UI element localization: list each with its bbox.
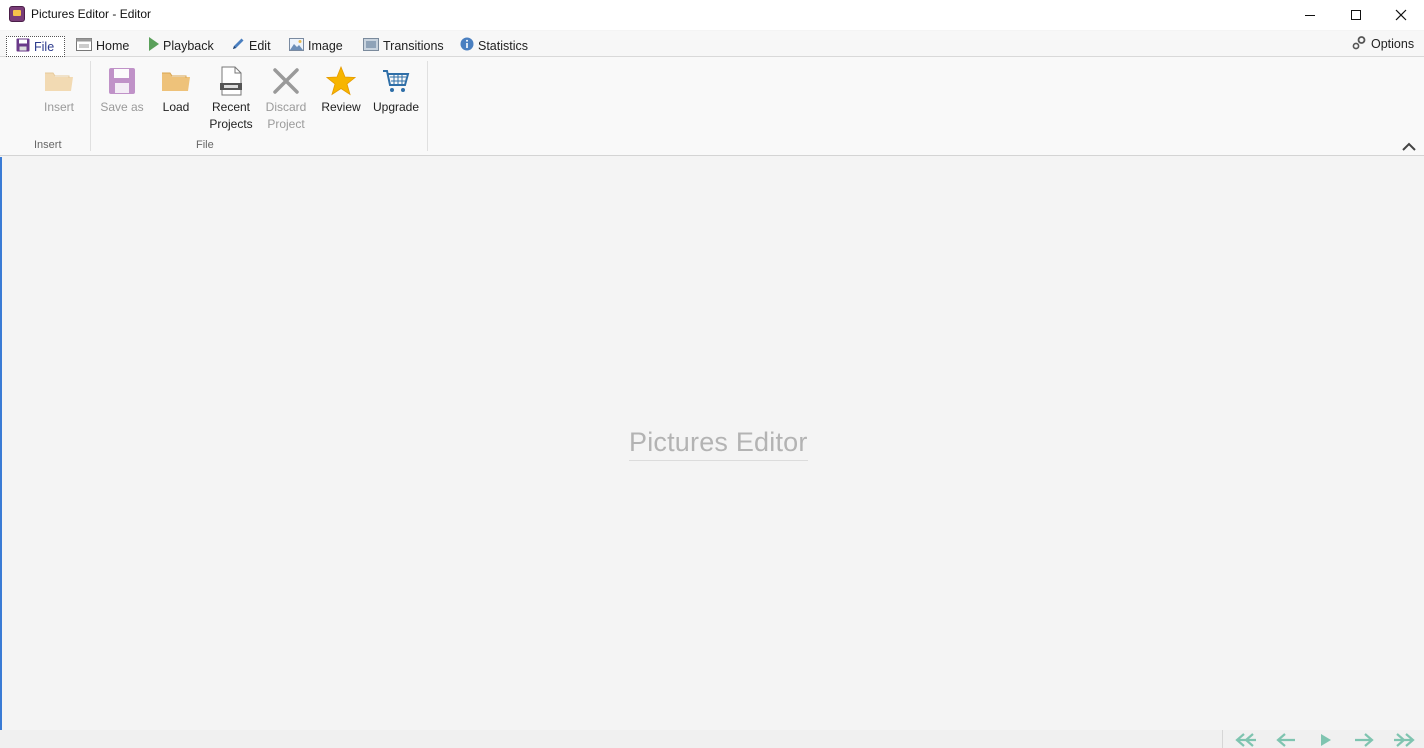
play-icon (149, 37, 159, 54)
maximize-icon (1351, 10, 1361, 20)
tab-edit[interactable]: Edit (227, 35, 275, 56)
close-icon (1395, 9, 1407, 21)
play-icon (1321, 733, 1331, 746)
group-label-file: File (196, 139, 214, 151)
ribbon-tab-row: File Home Playback Edit Image Transition… (0, 31, 1424, 57)
recent-projects-icon (206, 63, 256, 99)
insert-label: Insert (43, 100, 74, 114)
options-label: Options (1371, 37, 1415, 51)
tab-label: Statistics (478, 38, 529, 53)
play-button[interactable] (1312, 731, 1340, 748)
star-icon (316, 63, 366, 99)
folder-icon (34, 63, 84, 99)
tab-file[interactable]: File (6, 36, 65, 57)
pencil-icon (231, 37, 245, 54)
ribbon-panel: Insert Insert Save as Load Recent Projec… (0, 57, 1424, 156)
load-label: Load (162, 100, 190, 114)
recent-projects-label: Recent (211, 100, 251, 114)
nav-separator (1222, 730, 1223, 748)
first-frame-button[interactable] (1231, 731, 1259, 748)
tab-label: Playback (163, 38, 214, 53)
floppy-icon (97, 63, 147, 99)
minimize-button[interactable] (1287, 0, 1333, 30)
cart-icon (371, 63, 421, 99)
picture-icon (289, 37, 304, 54)
first-frame-icon (1235, 732, 1256, 747)
gears-icon (1352, 35, 1366, 53)
canvas-watermark: Pictures Editor (629, 427, 808, 461)
tab-label: File (34, 39, 55, 54)
info-icon (460, 37, 474, 54)
tab-statistics[interactable]: Statistics (456, 35, 532, 56)
x-icon (261, 63, 311, 99)
group-label-insert: Insert (34, 139, 62, 151)
maximize-button[interactable] (1333, 0, 1379, 30)
collapse-ribbon-button[interactable] (1400, 139, 1418, 153)
insert-button[interactable]: Insert (34, 63, 84, 116)
tab-label: Image (308, 38, 343, 53)
title-bar: Pictures Editor - Editor (0, 0, 1424, 30)
review-button[interactable]: Review (316, 63, 366, 116)
next-frame-icon (1355, 732, 1374, 747)
transitions-icon (363, 37, 379, 54)
window-title: Pictures Editor - Editor (31, 7, 152, 21)
review-label: Review (321, 100, 361, 114)
bottom-nav-bar (0, 730, 1424, 748)
minimize-icon (1305, 14, 1315, 16)
next-frame-button[interactable] (1350, 731, 1378, 748)
discard-project-label: Discard (265, 100, 307, 114)
app-icon[interactable] (9, 6, 25, 22)
recent-projects-label-2: Projects (209, 117, 253, 131)
discard-project-label-2: Project (267, 117, 305, 131)
group-separator (427, 61, 428, 151)
floppy-icon (16, 38, 30, 55)
tab-image[interactable]: Image (285, 35, 347, 56)
options-button[interactable]: Options (1352, 35, 1414, 53)
editor-canvas[interactable]: Pictures Editor (0, 157, 1424, 730)
tab-label: Home (96, 38, 130, 53)
recent-projects-button[interactable]: Recent Projects (206, 63, 256, 133)
tab-transitions[interactable]: Transitions (359, 35, 448, 56)
upgrade-button[interactable]: Upgrade (371, 63, 421, 116)
chevron-up-icon (1402, 142, 1416, 151)
save-as-button[interactable]: Save as (97, 63, 147, 116)
tab-label: Edit (249, 38, 271, 53)
upgrade-label: Upgrade (372, 100, 420, 114)
load-button[interactable]: Load (151, 63, 201, 116)
tab-playback[interactable]: Playback (145, 35, 218, 56)
last-frame-icon (1394, 732, 1415, 747)
folder-icon (151, 63, 201, 99)
last-frame-button[interactable] (1391, 731, 1419, 748)
tab-home[interactable]: Home (72, 35, 133, 56)
close-button[interactable] (1378, 0, 1424, 30)
tab-label: Transitions (383, 38, 444, 53)
previous-frame-icon (1276, 732, 1295, 747)
save-as-label: Save as (100, 100, 144, 114)
group-separator (90, 61, 91, 151)
previous-frame-button[interactable] (1272, 731, 1300, 748)
discard-project-button[interactable]: Discard Project (261, 63, 311, 133)
home-window-icon (76, 37, 92, 54)
